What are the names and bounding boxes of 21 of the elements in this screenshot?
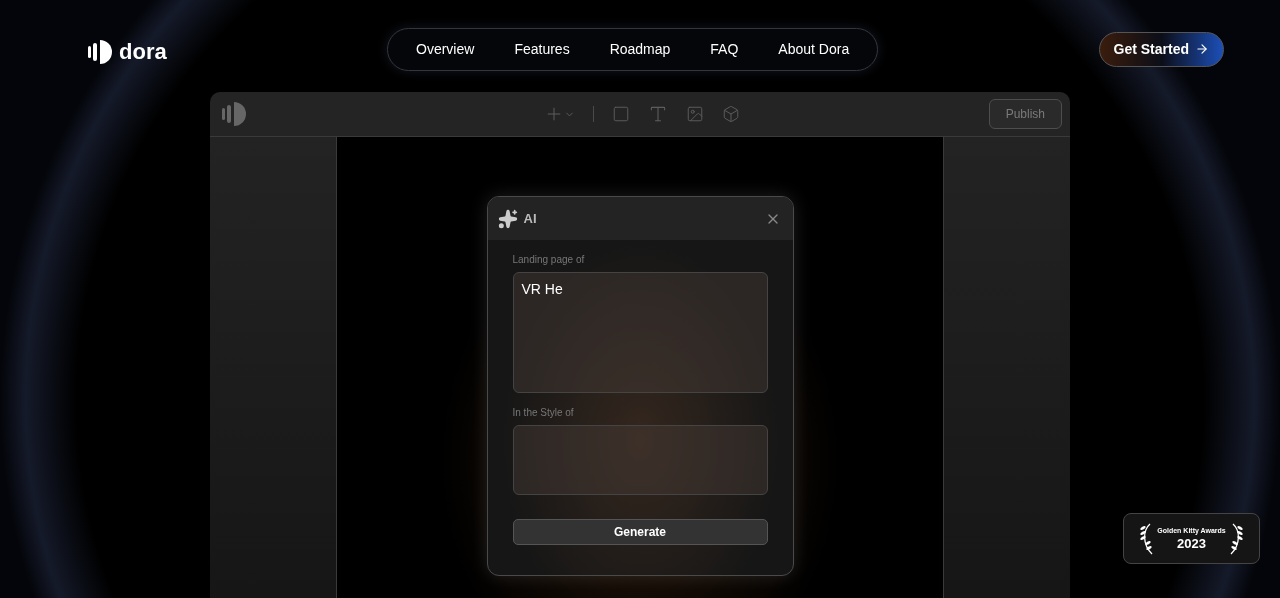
input-field[interactable] <box>512 425 768 495</box>
nav-link[interactable]: Features <box>494 41 590 57</box>
sparkles-icon <box>497 208 518 229</box>
logo-icon <box>88 40 113 64</box>
award-year: 2023 <box>1177 535 1206 551</box>
logo-icon <box>222 102 247 126</box>
nav-link[interactable]: FAQ <box>690 41 759 57</box>
field-label: Landing page of <box>512 254 586 265</box>
get-started-button[interactable]: Get Started <box>1098 31 1224 67</box>
image-icon[interactable] <box>686 105 704 123</box>
brand-name: dora <box>119 39 167 65</box>
nav-link[interactable]: Overview <box>396 41 495 57</box>
dialog-title: AI <box>523 211 538 226</box>
square-icon[interactable] <box>612 105 630 123</box>
nav-link[interactable]: Roadmap <box>589 41 691 57</box>
cube-icon[interactable] <box>722 105 740 123</box>
nav-link[interactable]: About Dora <box>758 41 870 57</box>
field-label: In the Style of <box>512 407 575 418</box>
text-icon[interactable] <box>648 104 668 124</box>
generate-button[interactable]: Generate <box>512 519 768 545</box>
input-field[interactable]: VR He <box>512 272 768 393</box>
